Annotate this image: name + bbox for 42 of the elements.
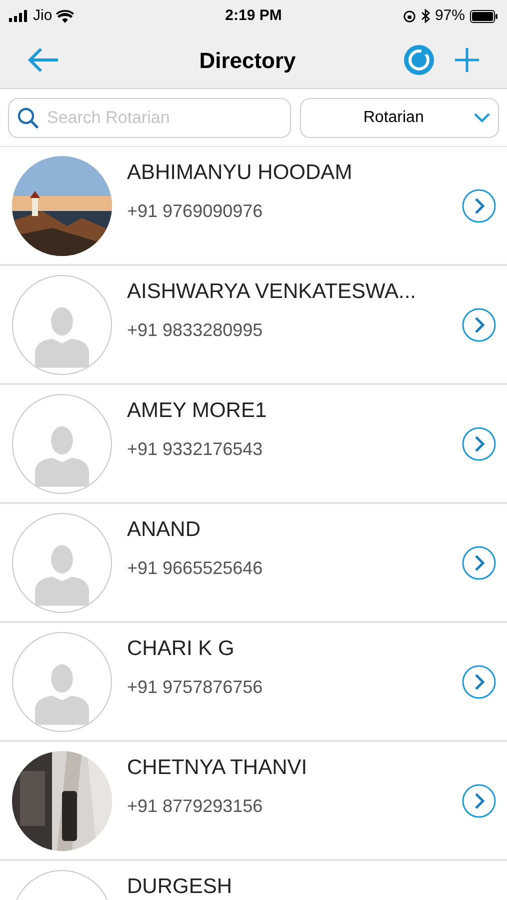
chevron-right-icon[interactable] bbox=[461, 188, 497, 224]
phone-number: +91 9332176543 bbox=[127, 438, 264, 460]
chevron-right-icon[interactable] bbox=[461, 426, 497, 462]
search-bar[interactable]: Search Rotarian bbox=[8, 98, 292, 138]
chevron-right-icon[interactable] bbox=[461, 306, 497, 342]
chevron-right-icon[interactable] bbox=[461, 544, 497, 580]
signal-icon bbox=[9, 10, 29, 22]
contact-row[interactable]: AISHWARYA VENKATESWA... +91 9833280995 bbox=[0, 266, 507, 385]
contact-name: CHARI K G bbox=[127, 636, 236, 662]
carrier: Jio bbox=[33, 6, 52, 26]
chevron-right-icon[interactable] bbox=[461, 782, 497, 818]
chevron-right-icon[interactable] bbox=[461, 664, 497, 700]
refresh-button[interactable] bbox=[403, 44, 435, 76]
contact-name: CHETNYA THANVI bbox=[127, 755, 308, 781]
add-button[interactable] bbox=[453, 46, 481, 74]
wifi-icon bbox=[56, 10, 74, 22]
bluetooth-icon bbox=[420, 9, 430, 23]
contact-row[interactable]: CHARI K G +91 9757876756 bbox=[0, 623, 507, 742]
contact-name: AMEY MORE1 bbox=[127, 398, 268, 424]
battery-percent: 97% bbox=[434, 6, 465, 26]
contact-name: ANAND bbox=[127, 517, 202, 543]
filter-dropdown[interactable]: Rotarian bbox=[300, 98, 499, 138]
contact-name: DURGESH bbox=[127, 874, 234, 900]
rotation-lock-icon bbox=[402, 10, 416, 22]
search-field[interactable]: Search Rotarian bbox=[47, 104, 282, 130]
screen-title: Directory bbox=[198, 46, 297, 75]
clock: 2:19 PM bbox=[224, 6, 283, 26]
phone-number: +91 8779293156 bbox=[127, 794, 264, 818]
phone-number: +91 9757876756 bbox=[127, 676, 264, 698]
phone-number: +91 9665525646 bbox=[127, 556, 264, 580]
contact-name: AISHWARYA VENKATESWA... bbox=[127, 279, 418, 305]
search-icon bbox=[17, 106, 39, 128]
battery-icon bbox=[470, 10, 498, 22]
phone-number: +91 9833280995 bbox=[127, 318, 264, 342]
contact-row[interactable]: ABHIMANYU HOODAM +91 9769090976 bbox=[0, 147, 507, 266]
contact-name: ABHIMANYU HOODAM bbox=[127, 160, 354, 186]
contact-row[interactable]: DURGESH bbox=[0, 861, 507, 900]
contact-row[interactable]: ANAND +91 9665525646 bbox=[0, 504, 507, 623]
phone-number: +91 9769090976 bbox=[127, 200, 264, 222]
chevron-down-icon bbox=[474, 112, 490, 122]
contact-row[interactable]: CHETNYA THANVI +91 8779293156 bbox=[0, 742, 507, 861]
contact-row[interactable]: AMEY MORE1 +91 9332176543 bbox=[0, 385, 507, 504]
